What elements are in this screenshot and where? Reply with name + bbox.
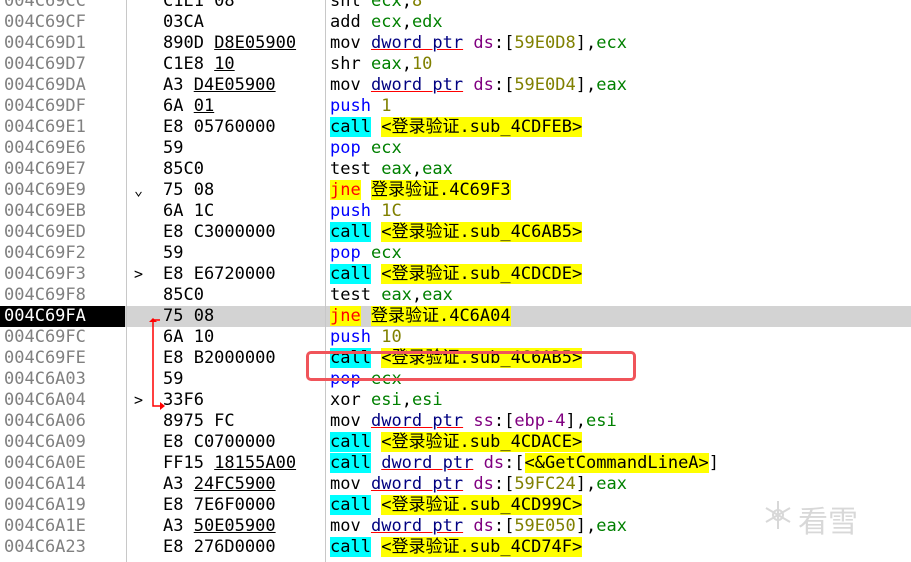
watermark-text: 看雪 [798, 505, 858, 540]
snowflake-icon [760, 497, 796, 537]
jump-arrow [149, 318, 165, 410]
highlight-box [306, 351, 636, 381]
